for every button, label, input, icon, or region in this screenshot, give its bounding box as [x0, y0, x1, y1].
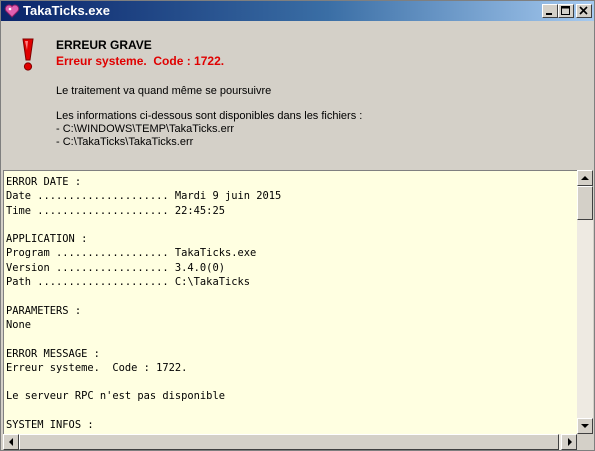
- error-header-panel: ERREUR GRAVE Erreur systeme. Code : 1722…: [1, 21, 594, 158]
- error-dialog-window: TakaTicks.exe ERREUR GRAVE Erreur system…: [0, 0, 595, 451]
- vertical-scroll-thumb[interactable]: [577, 186, 593, 220]
- pink-app-icon: [4, 3, 20, 19]
- maximize-button[interactable]: [558, 4, 574, 18]
- minimize-button[interactable]: [542, 4, 558, 18]
- error-details-content: ERROR DATE : Date ..................... …: [6, 176, 494, 435]
- scroll-left-button[interactable]: [3, 434, 19, 450]
- scroll-down-button[interactable]: [577, 418, 593, 434]
- scroll-up-button[interactable]: [577, 170, 593, 186]
- vertical-scrollbar[interactable]: [577, 170, 593, 434]
- title-bar[interactable]: TakaTicks.exe: [1, 1, 594, 21]
- red-exclamation-icon: [19, 38, 37, 72]
- scrollbar-corner: [577, 434, 593, 450]
- horizontal-scroll-thumb[interactable]: [19, 434, 559, 450]
- files-intro: Les informations ci-dessous sont disponi…: [56, 110, 363, 122]
- error-details-text[interactable]: ERROR DATE : Date ..................... …: [3, 170, 578, 435]
- scroll-right-button[interactable]: [561, 434, 577, 450]
- horizontal-scrollbar[interactable]: [3, 434, 577, 450]
- file-path-app: - C:\TakaTicks\TakaTicks.err: [56, 136, 194, 148]
- file-path-temp: - C:\WINDOWS\TEMP\TakaTicks.err: [56, 123, 235, 135]
- continue-message: Le traitement va quand même se poursuivr…: [56, 85, 272, 97]
- error-subtitle: Erreur systeme. Code : 1722.: [56, 54, 225, 68]
- error-title: ERREUR GRAVE: [56, 38, 152, 52]
- window-title: TakaTicks.exe: [23, 3, 110, 18]
- close-button[interactable]: [576, 4, 592, 18]
